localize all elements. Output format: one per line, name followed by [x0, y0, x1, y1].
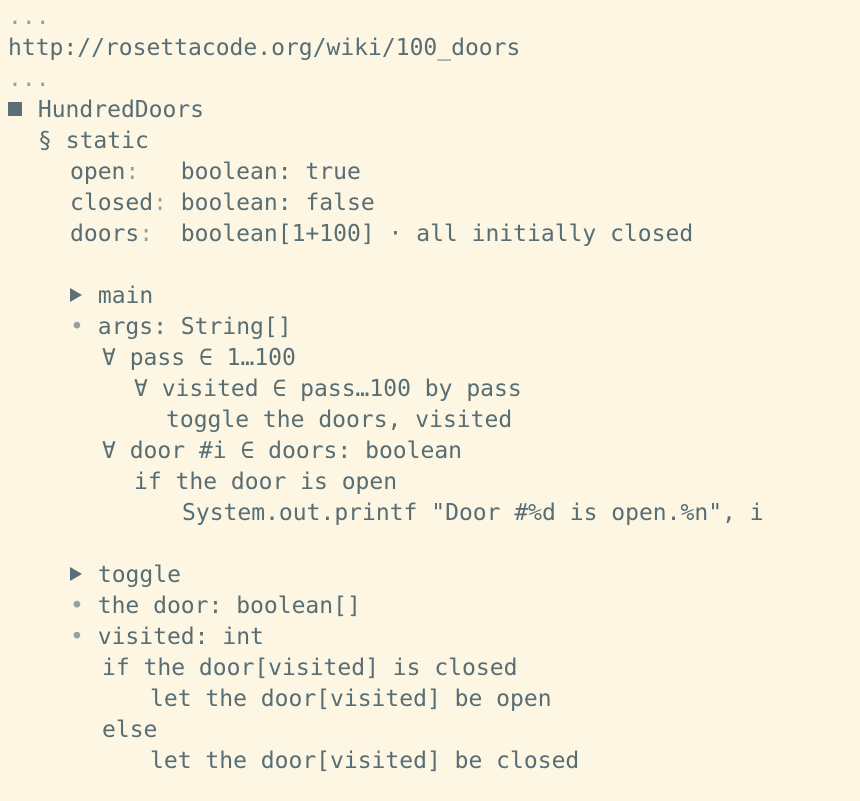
field-comment: · all initially closed: [388, 221, 694, 247]
class-block-icon: [8, 101, 22, 116]
main-param-line: • args: String[]: [70, 312, 292, 343]
main-loop-door: ∀ door #i ∈ doors: boolean: [102, 438, 463, 464]
bullet-icon: •: [70, 624, 84, 650]
toggle-else: else: [102, 717, 158, 743]
field-value: true: [305, 159, 361, 185]
bullet-icon: •: [70, 314, 84, 340]
class-line: HundredDoors: [8, 95, 204, 126]
method-main-name: main: [97, 283, 154, 309]
field-line: doors: boolean[1+100] · all initially cl…: [70, 221, 694, 247]
field-name: open: [70, 159, 126, 185]
main-toggle-call: toggle the doors, visited: [166, 407, 513, 433]
toggle-set-open: let the door[visited] be open: [150, 686, 552, 712]
field-type: boolean: [180, 190, 278, 216]
bullet-icon: •: [70, 593, 84, 619]
main-param: args: String[]: [97, 314, 292, 340]
section-name: static: [65, 128, 149, 154]
main-print: System.out.printf "Door #%d is open.%n",…: [182, 500, 764, 526]
field-line: open: boolean: true: [70, 159, 361, 185]
field-value: false: [305, 190, 375, 216]
toggle-set-closed: let the door[visited] be closed: [150, 748, 580, 774]
method-toggle-line[interactable]: toggle: [70, 560, 181, 591]
toggle-param-door-line: • the door: boolean[]: [70, 591, 361, 622]
field-type: boolean[1+100]: [180, 221, 375, 247]
method-toggle-name: toggle: [97, 562, 181, 588]
ellipsis-top: ...: [8, 4, 50, 30]
toggle-if-closed: if the door[visited] is closed: [102, 655, 518, 681]
toggle-param-visited: visited: int: [97, 624, 264, 650]
toggle-param-visited-line: • visited: int: [70, 622, 264, 653]
main-loop-pass: ∀ pass ∈ 1…100: [102, 345, 296, 371]
field-type: boolean: [180, 159, 278, 185]
field-name: doors: [70, 221, 140, 247]
method-main-line[interactable]: main: [70, 281, 153, 312]
class-name: HundredDoors: [37, 97, 205, 123]
field-line: closed: boolean: false: [70, 190, 375, 216]
main-if-open: if the door is open: [134, 469, 398, 495]
method-triangle-icon[interactable]: [70, 566, 82, 581]
section-symbol-icon: §: [38, 128, 52, 154]
field-name: closed: [70, 190, 154, 216]
section-line: § static: [38, 126, 149, 157]
url-line: http://rosettacode.org/wiki/100_doors: [8, 35, 521, 61]
ellipsis-bottom: ...: [8, 66, 50, 92]
code-view: ... http://rosettacode.org/wiki/100_door…: [0, 0, 860, 801]
main-loop-visited: ∀ visited ∈ pass…100 by pass: [134, 376, 522, 402]
method-triangle-icon[interactable]: [70, 287, 82, 302]
toggle-param-door: the door: boolean[]: [97, 593, 361, 619]
